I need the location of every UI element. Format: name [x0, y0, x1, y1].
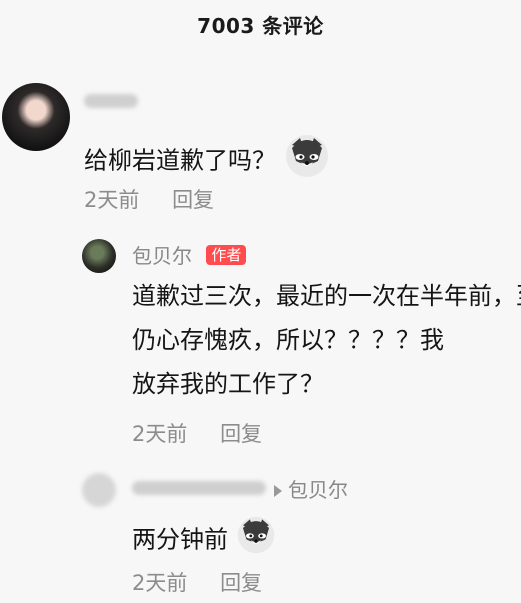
- sub-reply-meta: 2天前 回复: [132, 567, 288, 597]
- author-avatar[interactable]: [82, 239, 116, 273]
- sub-reply-text: 两分钟前: [132, 515, 276, 566]
- husky-dog-icon: [236, 515, 276, 566]
- avatar[interactable]: [2, 83, 70, 151]
- husky-dog-icon: [284, 133, 330, 190]
- blurred-sub-username[interactable]: [132, 481, 266, 495]
- comment-time: 2天前: [84, 188, 140, 212]
- comments-page: 7003 条评论 给柳岩道歉了吗？ 2天前 回复 包贝尔 作者 道歉过三次，最近…: [0, 0, 521, 603]
- reply-button[interactable]: 回复: [220, 422, 262, 446]
- reply-button[interactable]: 回复: [172, 188, 214, 212]
- blurred-username[interactable]: [84, 94, 138, 108]
- author-reply-time: 2天前: [132, 422, 188, 446]
- comment-meta: 2天前 回复: [84, 184, 240, 214]
- author-reply-line-3: 放弃我的工作了？: [132, 370, 324, 398]
- author-reply-line-1: 道歉过三次，最近的一次在半年前，至今: [132, 282, 521, 310]
- author-reply-meta: 2天前 回复: [132, 418, 288, 448]
- reply-button[interactable]: 回复: [220, 571, 262, 595]
- author-badge: 作者: [206, 245, 247, 265]
- comment-count-title: 7003 条评论: [197, 14, 324, 38]
- author-reply-line-2: 仍心存愧疚，所以？？？？我: [132, 326, 444, 354]
- sub-reply-time: 2天前: [132, 571, 188, 595]
- author-name[interactable]: 包贝尔 作者: [132, 240, 247, 269]
- comment-text: 给柳岩道歉了吗？: [84, 133, 330, 190]
- sub-reply-avatar[interactable]: [82, 473, 116, 507]
- arrow-right-icon: [274, 484, 282, 497]
- reply-target: 包贝尔: [268, 474, 348, 503]
